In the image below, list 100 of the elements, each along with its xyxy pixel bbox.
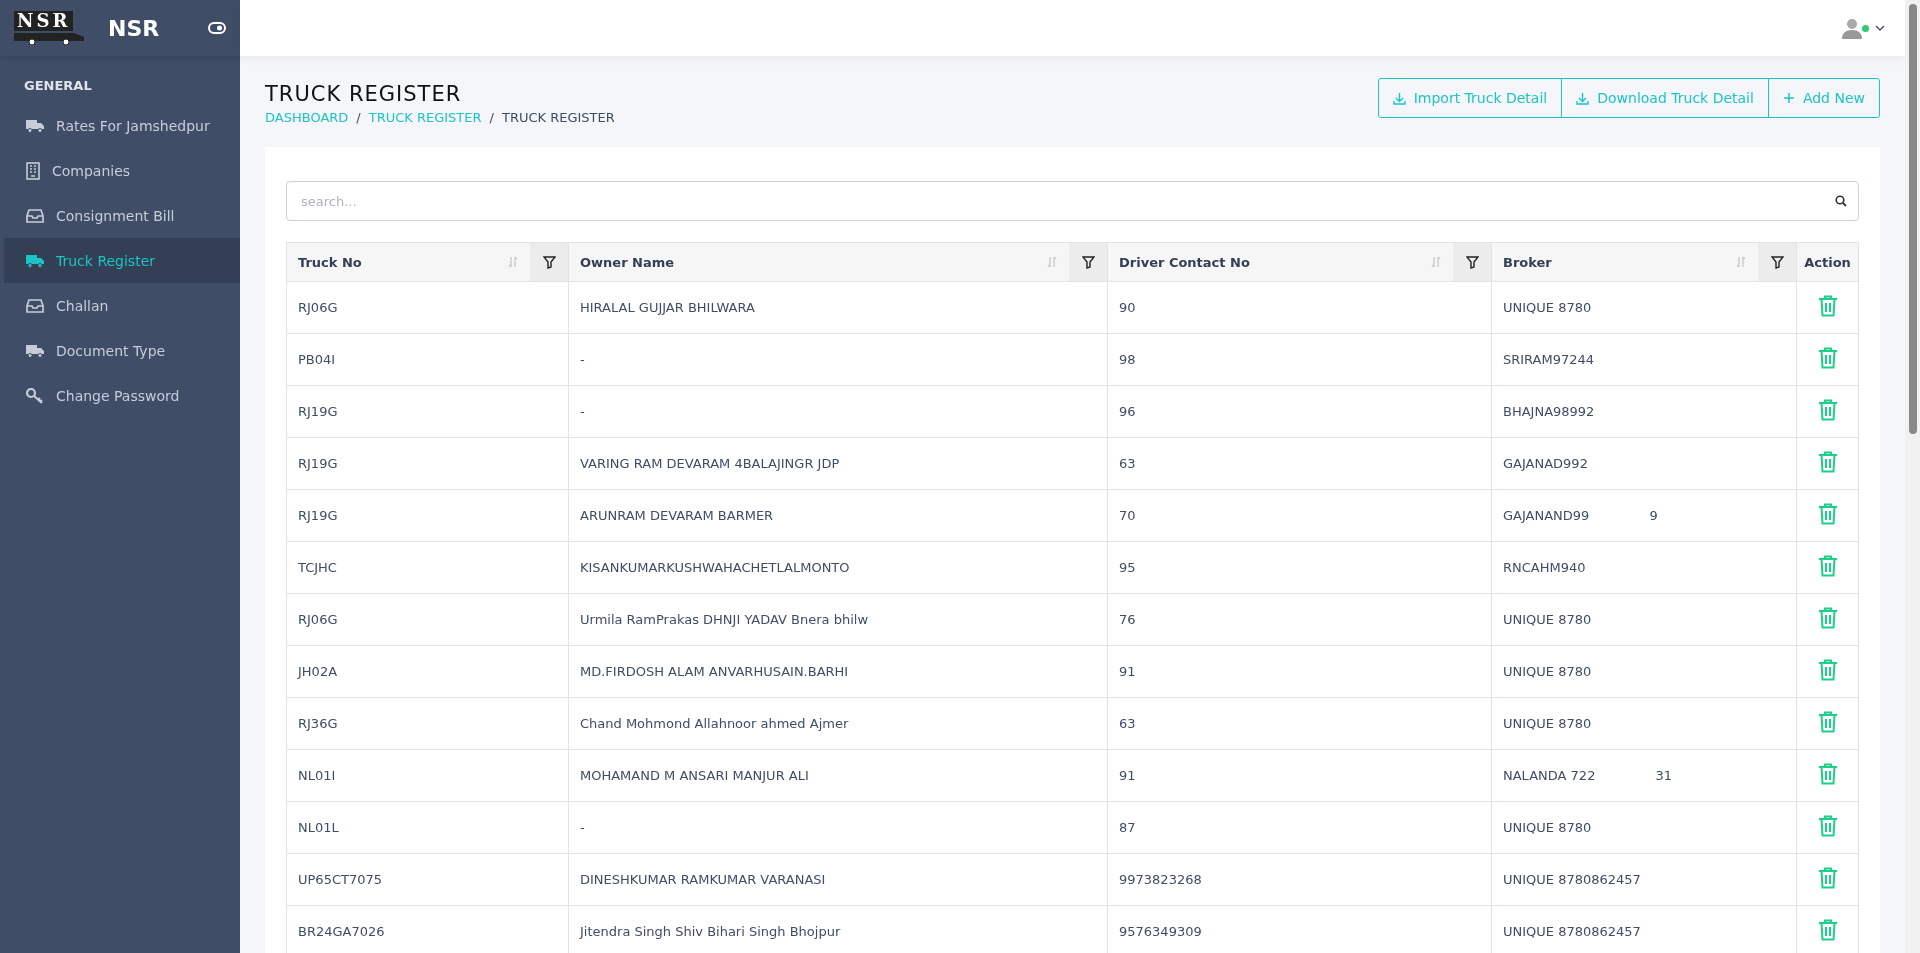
table-cell: - (568, 385, 1108, 438)
sidebar-item[interactable]: Consignment Bill (4, 193, 240, 238)
delete-button[interactable] (1817, 295, 1838, 320)
table-cell-text: UNIQUE 8780 (1503, 300, 1592, 315)
table-cell-text: RNCAHM940 (1503, 560, 1586, 575)
filter-icon (1081, 255, 1095, 269)
table-cell: MD.FIRDOSH ALAM ANVARHUSAIN.BARHI (568, 645, 1108, 698)
sidebar-item[interactable]: Challan (4, 283, 240, 328)
building-icon (26, 161, 40, 180)
table-cell: 63 (1107, 437, 1492, 490)
table-cell: UP65CT7075 (286, 853, 569, 906)
filter-button[interactable] (1758, 243, 1796, 281)
table-cell: 87 (1107, 801, 1492, 854)
table-cell-text: UNIQUE 8780 (1503, 716, 1592, 731)
sidebar-item[interactable]: Truck Register (4, 238, 240, 283)
chevron-down-icon[interactable] (1875, 25, 1885, 31)
delete-button[interactable] (1817, 555, 1838, 580)
table-cell-text: BHAJNA98992 (1503, 404, 1595, 419)
table-cell: 91 (1107, 645, 1492, 698)
table-cell: 91 (1107, 749, 1492, 802)
delete-button[interactable] (1817, 399, 1838, 424)
table-cell: 90 (1107, 281, 1492, 334)
table-cell-text: UNIQUE 8780 (1503, 820, 1592, 835)
delete-button[interactable] (1817, 867, 1838, 892)
table-cell: RJ36G (286, 697, 569, 750)
table-cell: JH02A (286, 645, 569, 698)
inbox-icon (26, 208, 44, 223)
delete-button[interactable] (1817, 503, 1838, 528)
brand-name: NSR (108, 15, 161, 41)
page-title: TRUCK REGISTER (265, 82, 463, 106)
table-cell: ARUNRAM DEVARAM BARMER (568, 489, 1108, 542)
table-cell: MOHAMAND M ANSARI MANJUR ALI (568, 749, 1108, 802)
table-cell: Chand Mohmond Allahnoor ahmed Ajmer (568, 697, 1108, 750)
table-cell: 63 (1107, 697, 1492, 750)
table-cell-text: NALANDA 722 (1503, 768, 1596, 783)
filter-button[interactable] (530, 243, 568, 281)
search-field[interactable]: search... (286, 181, 1859, 221)
table-cell-text: UNIQUE 8780 (1503, 664, 1592, 679)
table-cell: RJ19G (286, 437, 569, 490)
table-cell: VARING RAM DEVARAM 4BALAJINGR JDP (568, 437, 1108, 490)
table-cell: 98 (1107, 333, 1492, 386)
delete-button[interactable] (1817, 711, 1838, 736)
table-cell: HIRALAL GUJJAR BHILWARA (568, 281, 1108, 334)
sort-icon[interactable] (508, 256, 518, 268)
sidebar-item[interactable]: Document Type (4, 328, 240, 373)
table-cell: 70 (1107, 489, 1492, 542)
sidebar-item[interactable]: Rates For Jamshedpur (4, 103, 240, 148)
table-cell-text: SRIRAM97244 (1503, 352, 1595, 367)
table-cell: RJ06G (286, 593, 569, 646)
table-cell: RJ19G (286, 489, 569, 542)
table-cell: KISANKUMARKUSHWAHACHETLALMONTO (568, 541, 1108, 594)
filter-button[interactable] (1069, 243, 1107, 281)
delete-button[interactable] (1817, 815, 1838, 840)
inbox-icon (26, 298, 44, 313)
filter-icon (1770, 255, 1784, 269)
table-cell: BR24GA7026 (286, 905, 569, 953)
table-cell: Urmila RamPrakas DHNJI YADAV Bnera bhilw (568, 593, 1108, 646)
sort-icon[interactable] (1431, 256, 1441, 268)
table-cell-text: 31 (1655, 768, 1672, 783)
table-cell: 9973823268 (1107, 853, 1492, 906)
sidebar-item[interactable]: Companies (4, 148, 240, 193)
sort-icon[interactable] (1047, 256, 1057, 268)
toggle-icon[interactable] (208, 22, 226, 34)
logo: NSR (14, 11, 94, 45)
filter-button[interactable] (1453, 243, 1491, 281)
truck-icon (26, 253, 44, 268)
delete-button[interactable] (1817, 659, 1838, 684)
filter-icon (1465, 255, 1479, 269)
section-heading: GENERAL (23, 77, 93, 95)
breadcrumb-separator: / (489, 110, 494, 125)
filter-icon (542, 255, 556, 269)
table-cell: - (568, 333, 1108, 386)
table-cell: NL01L (286, 801, 569, 854)
table-cell-text: GAJANAND99 (1503, 508, 1590, 523)
truck-icon (26, 343, 44, 358)
delete-button[interactable] (1817, 347, 1838, 372)
table-cell: PB04I (286, 333, 569, 386)
sidebar-item[interactable]: Change Password (4, 373, 240, 418)
search-icon[interactable] (1835, 195, 1847, 207)
breadcrumb-separator: / (356, 110, 361, 125)
sort-icon[interactable] (1736, 256, 1746, 268)
table-cell: 76 (1107, 593, 1492, 646)
table-cell: 96 (1107, 385, 1492, 438)
delete-button[interactable] (1817, 763, 1838, 788)
table-cell-text: 9 (1649, 508, 1658, 523)
delete-button[interactable] (1817, 451, 1838, 476)
table-cell: TCJHC (286, 541, 569, 594)
scrollbar[interactable] (1905, 0, 1920, 953)
table-cell: 95 (1107, 541, 1492, 594)
table-cell: RJ19G (286, 385, 569, 438)
truck-icon (26, 118, 44, 133)
table-cell: DINESHKUMAR RAMKUMAR VARANASI (568, 853, 1108, 906)
table-cell-text: GAJANAD992 (1503, 456, 1588, 471)
breadcrumb-current: TRUCK REGISTER (501, 110, 615, 125)
download-icon (1576, 91, 1590, 105)
table-cell: - (568, 801, 1108, 854)
key-icon (26, 387, 44, 404)
table-cell: NL01I (286, 749, 569, 802)
delete-button[interactable] (1817, 607, 1838, 632)
delete-button[interactable] (1817, 919, 1838, 944)
